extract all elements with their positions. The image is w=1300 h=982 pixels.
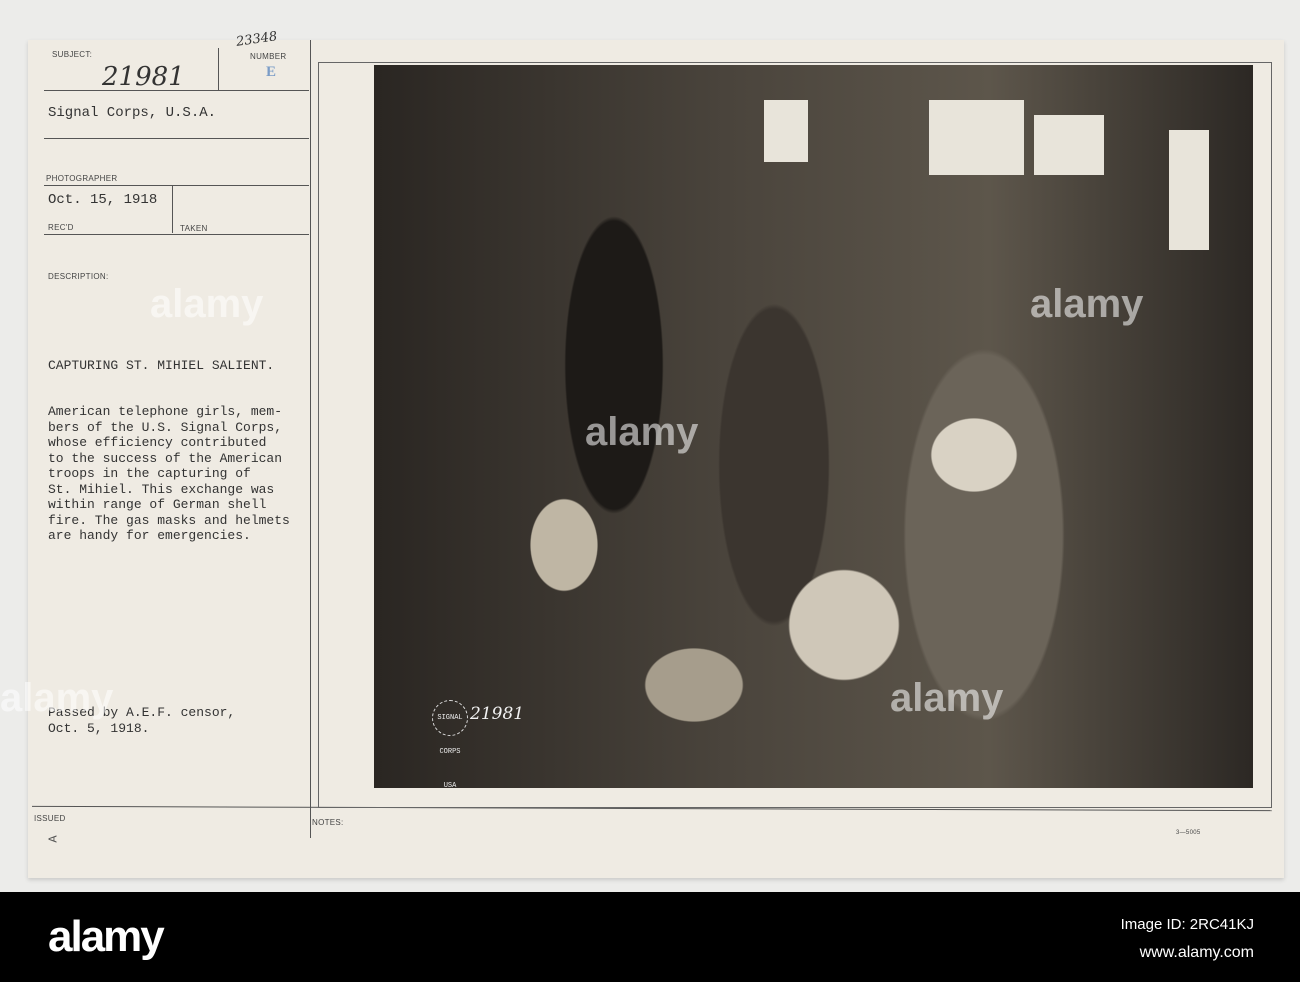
subject-number: 21981 bbox=[102, 62, 185, 92]
notes-label: NOTES: bbox=[312, 818, 344, 827]
issued-label: ISSUED bbox=[34, 814, 66, 823]
number-label: NUMBER bbox=[250, 52, 287, 61]
watermark: alamy bbox=[0, 676, 114, 720]
watermark: alamy bbox=[890, 676, 1004, 720]
divider bbox=[44, 185, 309, 186]
column-divider bbox=[310, 40, 311, 838]
watermark: alamy bbox=[585, 410, 699, 454]
issued-mark: A bbox=[46, 835, 61, 843]
form-number: 3—5005 bbox=[1176, 830, 1201, 836]
description-text: American telephone girls, mem- bers of t… bbox=[48, 404, 290, 544]
website-link[interactable]: www.alamy.com bbox=[1140, 944, 1254, 962]
hanging-paper bbox=[764, 100, 808, 162]
divider bbox=[218, 48, 219, 90]
hanging-paper bbox=[1169, 130, 1209, 250]
divider bbox=[44, 234, 309, 235]
hanging-paper bbox=[929, 100, 1024, 175]
censor-line: Oct. 5, 1918. bbox=[48, 720, 150, 736]
description-line: whose efficiency contributed bbox=[48, 435, 267, 450]
alamy-logo[interactable]: alamy bbox=[48, 912, 165, 962]
photograph-telephone-operators bbox=[374, 65, 1253, 788]
subject-label: SUBJECT: bbox=[52, 50, 93, 59]
description-line: are handy for emergencies. bbox=[48, 528, 251, 543]
received-date: Oct. 15, 1918 bbox=[48, 192, 158, 208]
watermark: alamy bbox=[150, 282, 264, 326]
image-id: Image ID: 2RC41KJ bbox=[1120, 916, 1254, 933]
footer-bar: alamy Image ID: 2RC41KJ www.alamy.com bbox=[0, 892, 1300, 982]
description-line: fire. The gas masks and helmets bbox=[48, 512, 290, 528]
description-line: within range of German shell bbox=[48, 497, 267, 512]
description-line: American telephone girls, mem- bbox=[48, 404, 283, 419]
watermark: alamy bbox=[1030, 282, 1144, 326]
handwritten-note: 23348 bbox=[235, 29, 279, 50]
caption-title: CAPTURING ST. MIHIEL SALIENT. bbox=[48, 358, 275, 373]
description-line: bers of the U.S. Signal Corps, bbox=[48, 419, 283, 435]
description-line: St. Mihiel. This exchange was bbox=[48, 481, 275, 497]
archive-card: SUBJECT: 21981 23348 NUMBER E Signal Cor… bbox=[28, 29, 1284, 878]
hanging-paper bbox=[1034, 115, 1104, 175]
taken-label: TAKEN bbox=[180, 224, 208, 233]
description-line: troops in the capturing of bbox=[48, 466, 251, 481]
photo-number: 21981 bbox=[470, 704, 525, 724]
recd-label: REC'D bbox=[48, 223, 74, 232]
divider bbox=[44, 138, 309, 139]
photographer-label: PHOTOGRAPHER bbox=[46, 174, 118, 183]
signal-corps-stamp: SIGNAL CORPS USA bbox=[432, 700, 468, 790]
number-stamp: E bbox=[266, 64, 277, 80]
description-label: DESCRIPTION: bbox=[48, 272, 109, 281]
divider bbox=[172, 185, 173, 233]
divider bbox=[44, 90, 309, 91]
description-line: to the success of the American bbox=[48, 450, 283, 466]
unit-text: Signal Corps, U.S.A. bbox=[48, 105, 217, 121]
